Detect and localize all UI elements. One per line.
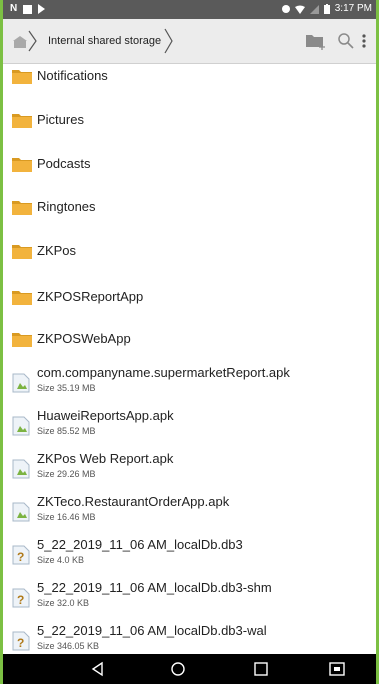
apk-file-icon xyxy=(12,373,30,393)
breadcrumb-internal-storage[interactable]: Internal shared storage xyxy=(45,35,164,47)
folder-name: Pictures xyxy=(37,112,84,127)
folder-icon xyxy=(12,291,32,305)
play-store-icon xyxy=(38,4,46,14)
svg-text:?: ? xyxy=(17,550,24,564)
file-size: Size 4.0 KB xyxy=(37,555,85,565)
file-size: Size 29.26 MB xyxy=(37,469,96,479)
home-icon[interactable] xyxy=(7,25,39,57)
battery-icon xyxy=(323,4,330,14)
file-name: 5_22_2019_11_06 AM_localDb.db3 xyxy=(37,537,243,552)
folder-name: Notifications xyxy=(37,68,108,83)
folder-row[interactable]: Ringtones xyxy=(3,195,376,238)
folder-name: ZKPOSReportApp xyxy=(37,289,144,304)
wifi-icon xyxy=(294,5,305,14)
folder-icon xyxy=(12,245,32,259)
apk-file-icon xyxy=(12,416,30,436)
file-size: Size 85.52 MB xyxy=(37,426,96,436)
folder-icon xyxy=(12,333,32,347)
toolbar: Internal shared storage xyxy=(3,19,376,64)
folder-row[interactable]: Podcasts xyxy=(3,152,376,195)
file-name: ZKPos Web Report.apk xyxy=(37,451,174,466)
file-size: Size 16.46 MB xyxy=(37,512,96,522)
back-icon[interactable] xyxy=(88,659,108,679)
file-name: HuaweiReportsApp.apk xyxy=(37,408,174,423)
unknown-file-icon: ? xyxy=(12,631,30,651)
file-manager-window: N 3:17 PM Internal shared storage Notifi… xyxy=(3,0,376,684)
unknown-file-icon: ? xyxy=(12,545,30,565)
file-size: Size 32.0 KB xyxy=(37,598,90,608)
keyboard-icon[interactable] xyxy=(327,659,347,679)
nfc-icon: N xyxy=(10,3,18,14)
more-vert-icon[interactable] xyxy=(355,27,373,55)
file-name: com.companyname.supermarketReport.apk xyxy=(37,365,290,380)
home-circle-icon[interactable] xyxy=(168,659,188,679)
file-size: Size 35.19 MB xyxy=(37,383,96,393)
notification-icon xyxy=(23,4,33,14)
file-row[interactable]: ? 5_22_2019_11_06 AM_localDb.db3 Size 4.… xyxy=(3,536,376,576)
breadcrumb[interactable]: Internal shared storage xyxy=(45,25,174,57)
folder-icon xyxy=(12,158,32,172)
folder-name: ZKPos xyxy=(37,243,77,258)
folder-row[interactable]: Pictures xyxy=(3,108,376,151)
folder-name: ZKPOSWebApp xyxy=(37,331,131,346)
recents-icon[interactable] xyxy=(251,659,271,679)
file-name: 5_22_2019_11_06 AM_localDb.db3-wal xyxy=(37,623,267,638)
location-icon xyxy=(281,5,290,13)
breadcrumb-chevron-icon xyxy=(164,28,173,54)
new-folder-icon[interactable] xyxy=(301,27,329,55)
folder-row[interactable]: ZKPOSReportApp xyxy=(3,285,376,328)
folder-icon xyxy=(12,114,32,128)
file-row[interactable]: HuaweiReportsApp.apk Size 85.52 MB xyxy=(3,407,376,447)
folder-icon xyxy=(12,201,32,215)
apk-file-icon xyxy=(12,502,30,522)
svg-text:?: ? xyxy=(17,636,24,650)
file-name: 5_22_2019_11_06 AM_localDb.db3-shm xyxy=(37,580,272,595)
folder-row[interactable]: Notifications xyxy=(3,64,376,107)
file-row[interactable]: ? 5_22_2019_11_06 AM_localDb.db3-shm Siz… xyxy=(3,579,376,619)
file-size: Size 346.05 KB xyxy=(37,641,100,651)
status-bar: N 3:17 PM xyxy=(3,0,376,19)
unknown-file-icon: ? xyxy=(12,588,30,608)
navigation-bar xyxy=(3,654,376,684)
folder-row[interactable]: ZKPos xyxy=(3,239,376,282)
status-system: 3:17 PM xyxy=(281,3,372,15)
status-notifications: N xyxy=(10,3,46,15)
svg-text:?: ? xyxy=(17,593,24,607)
clock: 3:17 PM xyxy=(334,3,372,14)
folder-name: Ringtones xyxy=(37,199,96,214)
file-row[interactable]: com.companyname.supermarketReport.apk Si… xyxy=(3,364,376,404)
folder-name: Podcasts xyxy=(37,156,91,171)
folder-icon xyxy=(12,70,32,84)
apk-file-icon xyxy=(12,459,30,479)
file-row[interactable]: ZKTeco.RestaurantOrderApp.apk Size 16.46… xyxy=(3,493,376,533)
file-row[interactable]: ZKPos Web Report.apk Size 29.26 MB xyxy=(3,450,376,490)
signal-icon xyxy=(309,4,319,14)
file-name: ZKTeco.RestaurantOrderApp.apk xyxy=(37,494,230,509)
